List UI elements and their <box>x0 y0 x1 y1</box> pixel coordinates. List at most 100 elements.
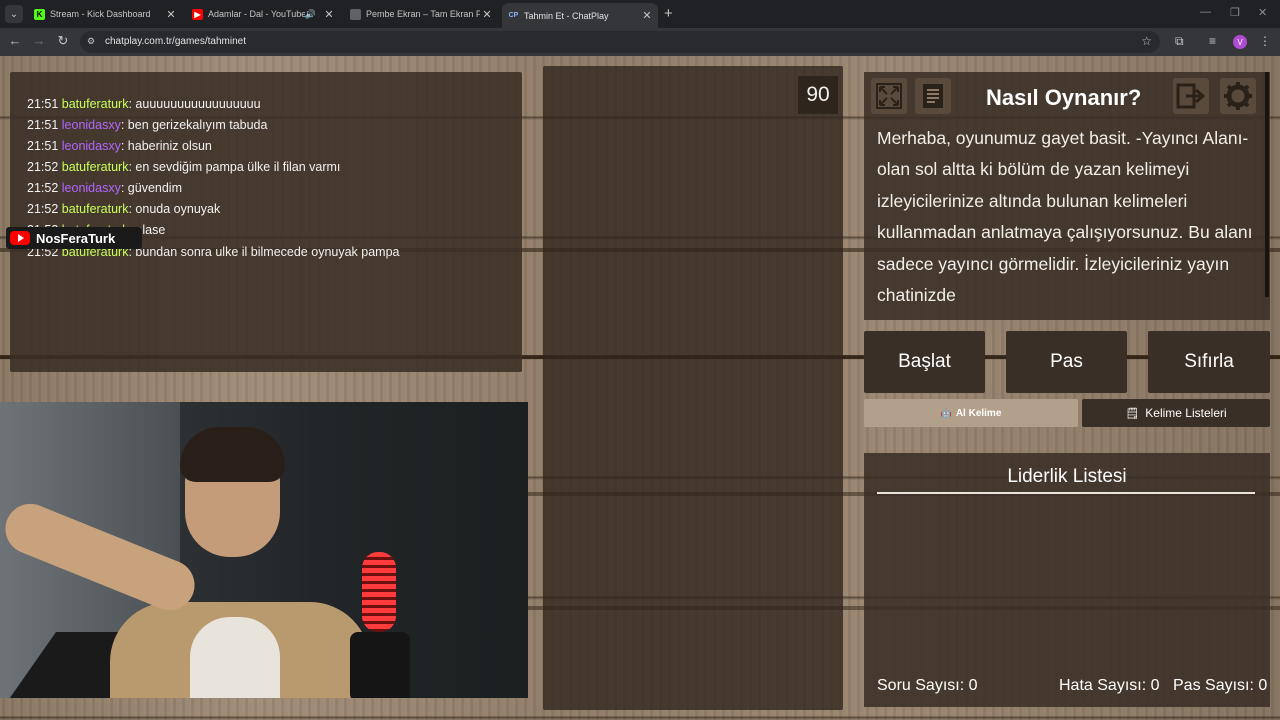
leaderboard-title: Liderlik Listesi <box>1007 466 1127 487</box>
question-count: Soru Sayısı: 0 <box>877 677 978 695</box>
site-info-icon[interactable]: ⚙ <box>87 36 99 48</box>
message-text: : güvendim <box>120 181 182 195</box>
chat-message: 21:51 leonidasxy: ben gerizekalıyım tabu… <box>27 118 267 132</box>
minimize-icon[interactable]: — <box>1200 6 1211 18</box>
address-bar[interactable]: ⚙ chatplay.com.tr/games/tahminet ☆ <box>80 31 1160 53</box>
chatplay-icon: CP <box>508 12 519 19</box>
robot-icon: 🤖 <box>940 407 952 418</box>
chat-message: 21:52 batuferaturk: en sevdiğim pampa ül… <box>27 160 340 174</box>
back-icon[interactable]: ← <box>6 33 24 48</box>
pass-count: Pas Sayısı: 0 <box>1173 677 1267 695</box>
tab-search-icon[interactable]: ⌄ <box>5 5 23 23</box>
chat-message: 21:52 batuferaturk: onuda oynuyak <box>27 202 220 216</box>
document-icon <box>923 84 943 108</box>
exit-icon <box>1176 83 1206 109</box>
message-time: 21:52 <box>27 181 59 195</box>
message-text: : haberiniz olsun <box>120 139 212 153</box>
tab-title: Adamlar - Dal - YouTube <box>208 9 305 19</box>
message-text: : en sevdiğim pampa ülke il filan varmı <box>128 160 341 174</box>
message-username: leonidasxy <box>61 181 121 195</box>
pass-count-value: 0 <box>1258 677 1268 694</box>
chat-panel <box>10 72 522 372</box>
close-icon[interactable]: ✕ <box>164 8 178 21</box>
message-time: 21:52 <box>27 160 59 174</box>
rules-button[interactable] <box>915 78 951 114</box>
tab-title: Tahmin Et - ChatPlay <box>524 10 609 21</box>
webcam-feed <box>0 402 528 698</box>
question-count-value: 0 <box>968 677 978 694</box>
message-text: : bundan sonra ulke il bilmecede oynuyak… <box>128 245 400 259</box>
message-username: batuferaturk <box>61 202 129 216</box>
forward-icon[interactable]: → <box>30 33 48 48</box>
tab-kick-dashboard[interactable]: K Stream - Kick Dashboard ✕ <box>28 3 182 25</box>
close-icon[interactable]: ✕ <box>480 8 494 21</box>
close-icon[interactable]: ✕ <box>322 8 336 21</box>
message-time: 21:52 <box>27 202 59 216</box>
pass-count-label: Pas Sayısı: <box>1173 677 1254 694</box>
kick-icon: K <box>34 8 45 20</box>
get-word-label: Al Kelime <box>955 407 1002 419</box>
media-queue-icon[interactable]: ≡ <box>1209 34 1216 48</box>
message-text: : onuda oynuyak <box>128 202 221 216</box>
tab-youtube[interactable]: ▶ Adamlar - Dal - YouTube 🔊 ✕ <box>186 3 340 25</box>
webcam-mic-stand <box>350 632 410 698</box>
browser-toolbar: ← → ↻ ⚙ chatplay.com.tr/games/tahminet ☆… <box>0 28 1280 56</box>
bookmark-star-icon[interactable]: ☆ <box>1141 34 1152 48</box>
word-lists-button[interactable]: 🗒 Kelime Listeleri <box>1082 399 1270 427</box>
url-text[interactable]: chatplay.com.tr/games/tahminet <box>105 36 246 47</box>
leaderboard-divider <box>877 492 1255 494</box>
chat-message: 21:51 batuferaturk: auuuuuuuuuuuuuuuuu <box>27 97 261 111</box>
error-count-label: Hata Sayısı: <box>1059 677 1147 694</box>
speaker-icon[interactable]: 🔊 <box>305 9 316 20</box>
extensions-icon[interactable]: ⧉ <box>1175 34 1184 49</box>
window-close-icon[interactable]: ✕ <box>1258 6 1267 19</box>
gear-icon <box>1224 82 1252 110</box>
reload-icon[interactable]: ↻ <box>54 33 72 49</box>
reset-button[interactable]: Sıfırla <box>1148 331 1270 393</box>
fullscreen-icon <box>876 83 902 109</box>
notepad-icon: 🗒 <box>1125 407 1140 420</box>
menu-kebab-icon[interactable]: ⋮ <box>1259 34 1271 48</box>
start-button[interactable]: Başlat <box>864 331 985 393</box>
how-to-play-text: Merhaba, oyunumuz gayet basit. -Yayıncı … <box>877 128 1253 306</box>
webcam-person-shirt <box>190 617 280 698</box>
error-count: Hata Sayısı: 0 <box>1059 677 1160 695</box>
webcam-microphone <box>362 552 396 632</box>
message-username: batuferaturk <box>61 160 129 174</box>
youtube-icon <box>10 231 30 245</box>
how-to-play-title: Nasıl Oynanır? <box>986 85 1142 110</box>
tab-pembe-ekran[interactable]: Pembe Ekran – Tam Ekran Pink ✕ <box>344 3 498 25</box>
word-lists-label: Kelime Listeleri <box>1145 406 1227 420</box>
countdown-timer: 90 <box>798 76 838 114</box>
error-count-value: 0 <box>1150 677 1160 694</box>
pass-button[interactable]: Pas <box>1006 331 1127 393</box>
message-time: 21:51 <box>27 118 59 132</box>
profile-avatar[interactable]: V <box>1233 35 1247 49</box>
message-text: : ben gerizekalıyım tabuda <box>120 118 268 132</box>
close-icon[interactable]: ✕ <box>640 9 654 22</box>
webcam-person-hair <box>180 427 285 482</box>
message-time: 21:51 <box>27 139 59 153</box>
youtube-icon: ▶ <box>192 8 203 20</box>
streamer-name-badge: NosFeraTurk <box>6 227 142 249</box>
message-time: 21:51 <box>27 97 59 111</box>
chat-message: 21:51 leonidasxy: haberiniz olsun <box>27 139 212 153</box>
info-scrollbar[interactable] <box>1265 72 1269 297</box>
channel-name: NosFeraTurk <box>36 230 116 246</box>
tab-title: Stream - Kick Dashboard <box>50 9 151 19</box>
streamer-word-area <box>543 66 843 710</box>
question-count-label: Soru Sayısı: <box>877 677 965 694</box>
tab-chatplay[interactable]: CP Tahmin Et - ChatPlay ✕ <box>502 3 658 28</box>
chat-message: 21:52 leonidasxy: güvendim <box>27 181 182 195</box>
browser-tab-bar: ⌄ K Stream - Kick Dashboard ✕ ▶ Adamlar … <box>0 0 1280 28</box>
restore-icon[interactable]: ❐ <box>1230 6 1240 19</box>
settings-button[interactable] <box>1220 78 1256 114</box>
fullscreen-button[interactable] <box>871 78 907 114</box>
new-tab-icon[interactable]: + <box>664 5 673 22</box>
message-username: leonidasxy <box>61 118 121 132</box>
exit-button[interactable] <box>1173 78 1209 114</box>
message-username: leonidasxy <box>61 139 121 153</box>
get-word-button[interactable]: 🤖 Al Kelime <box>864 399 1078 427</box>
tab-title: Pembe Ekran – Tam Ekran Pink <box>366 9 480 19</box>
message-username: batuferaturk <box>61 97 129 111</box>
